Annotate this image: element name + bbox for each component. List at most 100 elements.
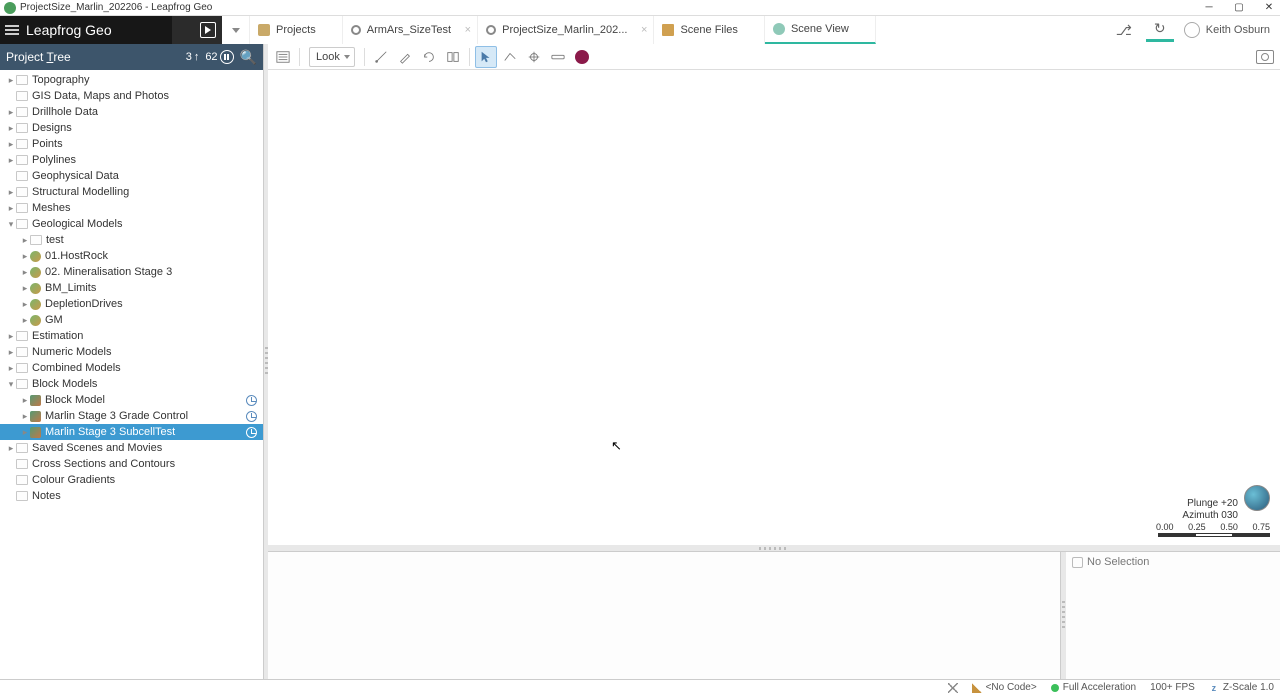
tree-meshes[interactable]: ▸Meshes [0,200,263,216]
project-tree-header: Project Tree 3↑ 62 🔍 [0,44,263,70]
status-fps: 100+ FPS [1150,682,1195,693]
tab-armars[interactable]: ArmArs_SizeTest × [343,16,478,44]
tab-projectsize[interactable]: ProjectSize_Marlin_202... × [478,16,654,44]
tab-projects[interactable]: Projects [250,16,343,44]
scene-viewport[interactable]: ↖ Plunge +20 Azimuth 030 0.000.250.500.7… [268,70,1280,545]
folder-icon [16,123,28,133]
tree-combined[interactable]: ▸Combined Models [0,360,263,376]
tree-bm-grade[interactable]: ▸Marlin Stage 3 Grade Control [0,408,263,424]
bottom-panels: No Selection [268,551,1280,679]
tree-gis[interactable]: ▸GIS Data, Maps and Photos [0,88,263,104]
tree-bm-block[interactable]: ▸Block Model [0,392,263,408]
user-name: Keith Osburn [1206,24,1270,36]
tab-scene-view[interactable]: Scene View [765,16,876,44]
branch-icon[interactable]: ⎇ [1112,18,1136,42]
tree-gradients[interactable]: ▸Colour Gradients [0,472,263,488]
look-dropdown[interactable]: Look [309,47,355,67]
tree-topography[interactable]: ▸Topography [0,72,263,88]
cursor-icon: ↖ [611,438,622,454]
project-tree[interactable]: ▸Topography ▸GIS Data, Maps and Photos ▸… [0,70,263,679]
scale-bar [1158,533,1270,537]
status-zscale[interactable]: zZ-Scale 1.0 [1209,682,1274,693]
ruler-tool[interactable] [547,46,569,68]
tree-geological-models[interactable]: ▾Geological Models [0,216,263,232]
tree-geophys[interactable]: ▸Geophysical Data [0,168,263,184]
add-point-tool[interactable] [523,46,545,68]
tree-estimation[interactable]: ▸Estimation [0,328,263,344]
sync-icon[interactable]: ↻ [1146,18,1174,42]
plunge-label: Plunge +20 [1156,498,1238,510]
compass-ball-icon[interactable] [1244,485,1270,511]
shape-list-panel[interactable] [268,552,1061,679]
status-bar: <No Code> Full Acceleration 100+ FPS zZ-… [0,679,1280,695]
scene-toolbar: Look [268,44,1280,70]
tree-cross-sections[interactable]: ▸Cross Sections and Contours [0,456,263,472]
tree-numeric[interactable]: ▸Numeric Models [0,344,263,360]
slice-tool[interactable] [442,46,464,68]
maximize-button[interactable]: ▢ [1232,1,1246,15]
record-button[interactable] [571,46,593,68]
play-icon [205,26,211,34]
tree-gm-bmlimits[interactable]: ▸BM_Limits [0,280,263,296]
scene-list-button[interactable] [272,46,294,68]
processing-icon [246,427,257,438]
tab-label: ArmArs_SizeTest [367,24,451,36]
tree-notes[interactable]: ▸Notes [0,488,263,504]
tab-label: Projects [276,24,316,36]
azimuth-label: Azimuth 030 [1156,510,1238,522]
tree-gm-gm[interactable]: ▸GM [0,312,263,328]
tree-saved-scenes[interactable]: ▸Saved Scenes and Movies [0,440,263,456]
block-model-icon [30,427,41,438]
menu-button[interactable] [0,16,24,44]
close-button[interactable]: ✕ [1262,1,1276,15]
tab-close-icon[interactable]: × [641,24,647,36]
tab-scene-files[interactable]: Scene Files [654,16,764,44]
project-icon [486,25,496,35]
folder-icon [16,91,28,101]
tree-stat-b[interactable]: 62 [205,50,233,64]
draw-line-tool[interactable] [499,46,521,68]
folder-icon [16,459,28,469]
projects-icon [258,24,270,36]
rotate-tool[interactable] [418,46,440,68]
folder-icon [16,443,28,453]
pen-tool[interactable] [394,46,416,68]
up-arrow-icon: ↑ [194,51,200,63]
folder-icon [16,139,28,149]
tree-gm-hostrock[interactable]: ▸01.HostRock [0,248,263,264]
folder-icon [16,491,28,501]
tree-bm-subcell[interactable]: ▸Marlin Stage 3 SubcellTest [0,424,263,440]
tree-gm-depletion[interactable]: ▸DepletionDrives [0,296,263,312]
tree-gm-test[interactable]: ▸test [0,232,263,248]
folder-icon [16,75,28,85]
tree-designs[interactable]: ▸Designs [0,120,263,136]
measure-tool[interactable] [370,46,392,68]
status-code[interactable]: <No Code> [972,682,1037,693]
compass-widget[interactable]: Plunge +20 Azimuth 030 0.000.250.500.75 [1156,498,1270,537]
play-area [172,16,222,44]
folder-icon [16,363,28,373]
properties-panel[interactable]: No Selection [1066,552,1280,679]
status-acceleration[interactable]: Full Acceleration [1051,682,1136,693]
screenshot-button[interactable] [1254,46,1276,68]
tab-label: ProjectSize_Marlin_202... [502,24,627,36]
tree-points[interactable]: ▸Points [0,136,263,152]
tabs-dropdown[interactable] [222,16,250,44]
folder-icon [16,475,28,485]
tab-close-icon[interactable]: × [465,24,471,36]
select-tool[interactable] [475,46,497,68]
status-axis[interactable] [948,683,958,693]
folder-icon [16,107,28,117]
folder-icon [16,155,28,165]
user-menu[interactable]: Keith Osburn [1184,22,1270,38]
tree-polylines[interactable]: ▸Polylines [0,152,263,168]
tree-block-models[interactable]: ▾Block Models [0,376,263,392]
minimize-button[interactable]: ─ [1202,1,1216,15]
tree-gm-mineralisation[interactable]: ▸02. Mineralisation Stage 3 [0,264,263,280]
search-button[interactable]: 🔍 [240,49,257,66]
tree-structural[interactable]: ▸Structural Modelling [0,184,263,200]
header-right-icons: ⎇ ↻ Keith Osburn [1112,16,1280,44]
folder-icon [16,379,28,389]
tree-drillhole[interactable]: ▸Drillhole Data [0,104,263,120]
play-button[interactable] [200,22,216,38]
